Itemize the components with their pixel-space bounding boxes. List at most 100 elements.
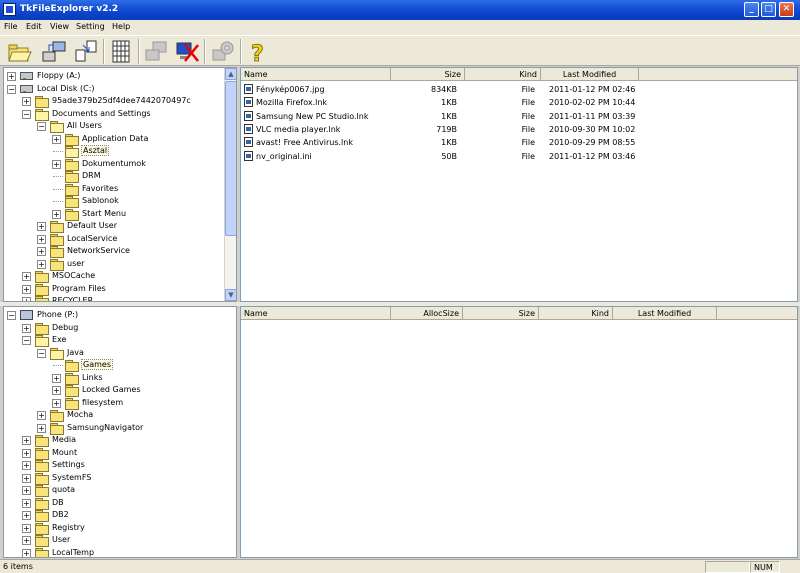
tree-node[interactable]: + Dokumentumok bbox=[4, 158, 234, 171]
tree-node[interactable]: − Java bbox=[4, 347, 234, 360]
expand-icon[interactable]: + bbox=[37, 234, 46, 244]
tree-node[interactable]: + Default User bbox=[4, 220, 234, 233]
tree-node[interactable]: + Settings bbox=[4, 459, 234, 472]
expand-icon[interactable]: + bbox=[22, 473, 31, 483]
scroll-down-button[interactable]: ▼ bbox=[225, 289, 236, 301]
help-icon[interactable]: ? bbox=[245, 39, 271, 68]
settings-gear-icon[interactable] bbox=[210, 39, 236, 64]
collapse-icon[interactable]: − bbox=[37, 122, 46, 131]
expand-icon[interactable]: + bbox=[37, 411, 46, 420]
tree-node[interactable]: Games bbox=[4, 359, 234, 372]
expand-icon[interactable]: + bbox=[22, 498, 31, 508]
tree-node[interactable]: − All Users bbox=[4, 120, 234, 133]
column-header[interactable]: Name bbox=[241, 68, 391, 81]
menu-view[interactable]: View bbox=[50, 22, 69, 31]
local-folder-tree[interactable]: + Floppy (A:) − Local Disk (C:) +95ade379b25… bbox=[3, 67, 237, 302]
tree-node[interactable]: + Debug bbox=[4, 322, 234, 335]
collapse-icon[interactable]: − bbox=[7, 84, 16, 94]
column-header[interactable]: AllocSize bbox=[391, 307, 463, 320]
menu-file[interactable]: File bbox=[4, 22, 17, 31]
expand-icon[interactable]: + bbox=[22, 323, 31, 333]
tree-node[interactable]: + Mount bbox=[4, 447, 234, 460]
menu-edit[interactable]: Edit bbox=[26, 22, 42, 31]
expand-icon[interactable]: + bbox=[52, 373, 61, 383]
expand-icon[interactable]: + bbox=[37, 259, 46, 269]
vertical-scrollbar[interactable]: ▲ ▼ bbox=[224, 68, 236, 301]
tree-node[interactable]: + Media bbox=[4, 434, 234, 447]
expand-icon[interactable]: + bbox=[22, 486, 31, 495]
expand-icon[interactable]: + bbox=[52, 134, 61, 144]
grid-view-icon[interactable] bbox=[108, 39, 134, 64]
column-header[interactable]: Last Modified bbox=[541, 68, 639, 81]
tree-node[interactable]: + SystemFS bbox=[4, 472, 234, 485]
tree-node[interactable]: Favorites bbox=[4, 183, 234, 196]
expand-icon[interactable]: + bbox=[22, 272, 31, 281]
tree-node[interactable]: + LocalService bbox=[4, 233, 234, 246]
open-folder-icon[interactable] bbox=[6, 39, 32, 64]
close-button[interactable]: ✕ bbox=[779, 2, 794, 17]
column-header[interactable]: Name bbox=[241, 307, 391, 320]
tree-node[interactable]: + Registry bbox=[4, 522, 234, 535]
transfer-icon[interactable] bbox=[73, 39, 99, 64]
expand-icon[interactable]: + bbox=[52, 398, 61, 408]
tree-node[interactable]: Sablonok bbox=[4, 195, 234, 208]
column-header[interactable]: Size bbox=[391, 68, 465, 81]
expand-icon[interactable]: + bbox=[22, 523, 31, 533]
file-row[interactable]: Fénykép0067.jpg 834KB File 2011-01-12 PM 02… bbox=[241, 83, 797, 96]
menu-help[interactable]: Help bbox=[112, 22, 130, 31]
expand-icon[interactable]: + bbox=[22, 436, 31, 445]
tree-node[interactable]: +95ade379b25df4dee7442070497c bbox=[4, 95, 234, 108]
disconnect-icon[interactable] bbox=[174, 39, 200, 64]
tree-node[interactable]: − Local Disk (C:) bbox=[4, 83, 234, 96]
tree-node[interactable]: + filesystem bbox=[4, 397, 234, 410]
tree-node[interactable]: + Start Menu bbox=[4, 208, 234, 221]
collapse-icon[interactable]: − bbox=[22, 336, 31, 345]
tree-node[interactable]: − Exe bbox=[4, 334, 234, 347]
tree-node[interactable]: + Program Files bbox=[4, 283, 234, 296]
maximize-button[interactable]: □ bbox=[761, 2, 776, 17]
tree-node[interactable]: + user bbox=[4, 258, 234, 271]
tree-node[interactable]: + Mocha bbox=[4, 409, 234, 422]
file-row[interactable]: avast! Free Antivirus.lnk 1KB File 2010-09-… bbox=[241, 136, 797, 149]
tree-node[interactable]: + quota bbox=[4, 484, 234, 497]
tree-node[interactable]: Asztal bbox=[4, 145, 234, 158]
expand-icon[interactable]: + bbox=[37, 423, 46, 433]
network-icon[interactable] bbox=[143, 39, 169, 64]
expand-icon[interactable]: + bbox=[22, 461, 31, 470]
tree-node[interactable]: + Links bbox=[4, 372, 234, 385]
expand-icon[interactable]: + bbox=[22, 536, 31, 545]
expand-icon[interactable]: + bbox=[52, 209, 61, 219]
file-row[interactable]: Mozilla Firefox.lnk 1KB File 2010-02-02 PM … bbox=[241, 96, 797, 109]
tree-node[interactable]: + LocalTemp bbox=[4, 547, 234, 557]
collapse-icon[interactable]: − bbox=[37, 348, 46, 358]
scroll-thumb[interactable] bbox=[225, 81, 236, 236]
expand-icon[interactable]: + bbox=[52, 159, 61, 169]
tree-node[interactable]: + Application Data bbox=[4, 133, 234, 146]
menu-setting[interactable]: Setting bbox=[76, 22, 105, 31]
tree-node[interactable]: + Floppy (A:) bbox=[4, 70, 234, 83]
connect-icon[interactable] bbox=[41, 39, 67, 64]
expand-icon[interactable]: + bbox=[22, 97, 31, 106]
expand-icon[interactable]: + bbox=[22, 511, 31, 520]
file-row[interactable]: VLC media player.lnk 719B File 2010-09-30 P… bbox=[241, 123, 797, 136]
tree-node[interactable]: + MSOCache bbox=[4, 270, 234, 283]
tree-node[interactable]: + RECYCLER bbox=[4, 295, 234, 301]
tree-node[interactable]: DRM bbox=[4, 170, 234, 183]
column-header[interactable]: Last Modified bbox=[613, 307, 717, 320]
expand-icon[interactable]: + bbox=[37, 222, 46, 231]
expand-icon[interactable]: + bbox=[22, 548, 31, 557]
tree-node[interactable]: + NetworkService bbox=[4, 245, 234, 258]
tree-node[interactable]: + SamsungNavigator bbox=[4, 422, 234, 435]
minimize-button[interactable]: _ bbox=[744, 2, 759, 17]
scroll-up-button[interactable]: ▲ bbox=[225, 68, 236, 80]
local-file-list[interactable]: Name Size Kind Last Modified Fénykép0067.jpg… bbox=[240, 67, 798, 302]
collapse-icon[interactable]: − bbox=[22, 109, 31, 119]
column-header[interactable]: Kind bbox=[465, 68, 541, 81]
expand-icon[interactable]: + bbox=[37, 247, 46, 256]
column-header[interactable]: Kind bbox=[539, 307, 613, 320]
tree-node[interactable]: − Documents and Settings bbox=[4, 108, 234, 121]
expand-icon[interactable]: + bbox=[7, 72, 16, 81]
phone-file-list[interactable]: Name AllocSize Size Kind Last Modified bbox=[240, 306, 798, 558]
phone-folder-tree[interactable]: − Phone (P:) + Debug − Exe − Java Games + Links + Lo… bbox=[3, 306, 237, 558]
expand-icon[interactable]: + bbox=[22, 284, 31, 294]
